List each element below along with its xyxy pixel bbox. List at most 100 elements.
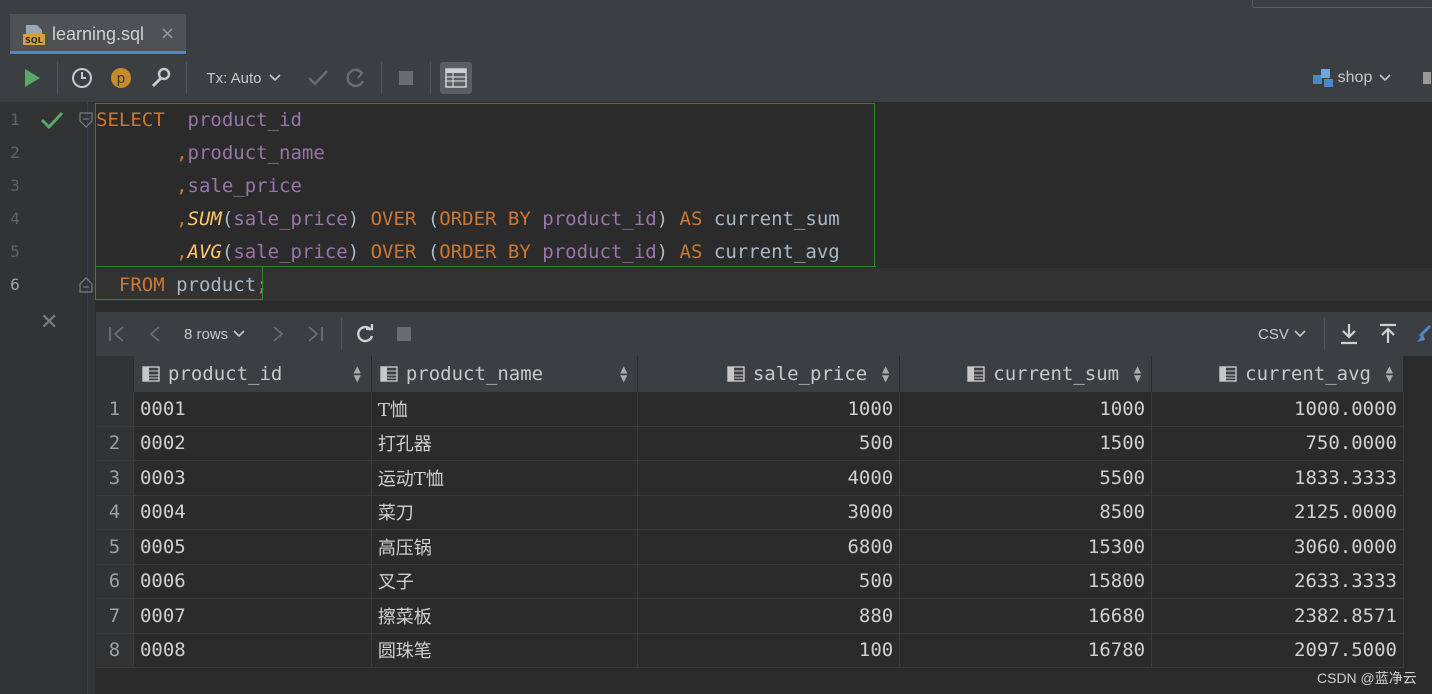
- table-row[interactable]: 5 0005 高压锅 6800 15300 3060.0000: [96, 529, 1404, 565]
- cell-product-id[interactable]: 0006: [133, 564, 372, 599]
- cell-sale-price[interactable]: 1000: [637, 392, 901, 427]
- row-number: 5: [96, 529, 134, 565]
- results-grid[interactable]: product_id ▲ ▼ product_name ▲ ▼ sale_price…: [96, 356, 1404, 668]
- cell-sale-price[interactable]: 6800: [637, 529, 901, 565]
- column-icon: [1219, 366, 1237, 382]
- cell-current-sum[interactable]: 1500: [899, 426, 1153, 461]
- download-icon[interactable]: [1339, 323, 1359, 345]
- toolbar-divider: [381, 62, 382, 94]
- cell-current-avg[interactable]: 2633.3333: [1151, 564, 1404, 599]
- next-page-icon[interactable]: [271, 326, 285, 342]
- cell-product-name[interactable]: 打孔器: [371, 426, 639, 461]
- top-right-widget[interactable]: [1252, 0, 1432, 8]
- cell-current-avg[interactable]: 1833.3333: [1151, 460, 1404, 496]
- cell-sale-price[interactable]: 880: [637, 598, 901, 634]
- datasource-label: shop: [1337, 69, 1373, 86]
- output-layout-button[interactable]: [440, 62, 472, 94]
- last-page-icon[interactable]: [306, 326, 324, 342]
- toolbar-divider: [57, 62, 58, 94]
- close-results-button[interactable]: ✕: [40, 310, 58, 335]
- parameter-icon: p: [111, 68, 131, 88]
- stop-icon: [399, 71, 413, 85]
- cell-current-sum[interactable]: 5500: [899, 460, 1153, 496]
- cell-product-name[interactable]: 擦菜板: [371, 598, 639, 634]
- sort-icon[interactable]: ▲ ▼: [1386, 363, 1393, 384]
- table-row[interactable]: 4 0004 菜刀 3000 8500 2125.0000: [96, 495, 1404, 530]
- execution-success-icon: [40, 111, 64, 130]
- table-row[interactable]: 1 0001 T恤 1000 1000 1000.0000: [96, 392, 1404, 427]
- cell-current-sum[interactable]: 16680: [899, 598, 1153, 634]
- column-header-label: sale_price: [752, 363, 868, 385]
- column-header-current-avg[interactable]: current_avg ▲ ▼: [1151, 356, 1404, 392]
- sort-icon[interactable]: ▲ ▼: [354, 363, 361, 384]
- cell-current-avg[interactable]: 3060.0000: [1151, 529, 1404, 565]
- cancel-query-icon[interactable]: [396, 326, 412, 342]
- cell-current-avg[interactable]: 2382.8571: [1151, 598, 1404, 634]
- tab-close-button[interactable]: ×: [160, 23, 175, 44]
- column-header-sale-price[interactable]: sale_price ▲ ▼: [637, 356, 901, 392]
- refresh-icon[interactable]: [354, 324, 376, 344]
- export-format-dropdown[interactable]: CSV: [1258, 322, 1307, 346]
- datasource-dropdown[interactable]: shop: [1308, 64, 1396, 92]
- cell-product-id[interactable]: 0008: [133, 633, 372, 668]
- first-page-icon[interactable]: [108, 326, 126, 342]
- cell-product-id[interactable]: 0005: [133, 529, 372, 565]
- cell-sale-price[interactable]: 3000: [637, 495, 901, 530]
- cell-current-avg[interactable]: 2125.0000: [1151, 495, 1404, 530]
- cell-current-sum[interactable]: 1000: [899, 392, 1153, 427]
- cell-product-id[interactable]: 0003: [133, 460, 372, 496]
- cell-current-sum[interactable]: 16780: [899, 633, 1153, 668]
- cell-sale-price[interactable]: 500: [637, 564, 901, 599]
- cell-product-name[interactable]: T恤: [371, 392, 639, 427]
- cell-product-name[interactable]: 菜刀: [371, 495, 639, 530]
- upload-icon[interactable]: [1378, 323, 1398, 345]
- cell-current-avg[interactable]: 2097.5000: [1151, 633, 1404, 668]
- history-button[interactable]: [68, 64, 96, 92]
- commit-button[interactable]: [304, 64, 332, 92]
- column-header-product-name[interactable]: product_name ▲ ▼: [371, 356, 639, 392]
- cell-product-name[interactable]: 叉子: [371, 564, 639, 599]
- compare-icon[interactable]: [1416, 324, 1432, 344]
- cell-product-name[interactable]: 高压锅: [371, 529, 639, 565]
- sort-icon[interactable]: ▲ ▼: [620, 363, 627, 384]
- cell-current-sum[interactable]: 15300: [899, 529, 1153, 565]
- transaction-mode-dropdown[interactable]: Tx: Auto: [198, 64, 290, 92]
- column-header-label: current_sum: [993, 363, 1120, 385]
- cell-sale-price[interactable]: 500: [637, 426, 901, 461]
- cell-product-id[interactable]: 0001: [133, 392, 372, 427]
- execute-button[interactable]: [18, 64, 46, 92]
- column-header-current-sum[interactable]: current_sum ▲ ▼: [899, 356, 1153, 392]
- parameters-button[interactable]: p: [107, 64, 135, 92]
- cell-product-id[interactable]: 0002: [133, 426, 372, 461]
- more-toolbar-icon[interactable]: [1418, 64, 1432, 92]
- cell-product-id[interactable]: 0007: [133, 598, 372, 634]
- sort-icon[interactable]: ▲ ▼: [882, 363, 889, 384]
- settings-button[interactable]: [146, 64, 174, 92]
- page-size-dropdown[interactable]: 8 rows: [184, 322, 246, 346]
- table-row[interactable]: 3 0003 运动T恤 4000 5500 1833.3333: [96, 460, 1404, 496]
- cell-sale-price[interactable]: 4000: [637, 460, 901, 496]
- table-row[interactable]: 8 0008 圆珠笔 100 16780 2097.5000: [96, 633, 1404, 668]
- cell-current-avg[interactable]: 750.0000: [1151, 426, 1404, 461]
- line-number: 4: [10, 209, 20, 228]
- rollback-button[interactable]: [342, 64, 370, 92]
- stop-button[interactable]: [392, 64, 420, 92]
- table-row[interactable]: 2 0002 打孔器 500 1500 750.0000: [96, 426, 1404, 461]
- cell-current-avg[interactable]: 1000.0000: [1151, 392, 1404, 427]
- fold-close-icon[interactable]: [79, 277, 93, 293]
- cell-sale-price[interactable]: 100: [637, 633, 901, 668]
- cell-product-name[interactable]: 运动T恤: [371, 460, 639, 496]
- cell-product-name[interactable]: 圆珠笔: [371, 633, 639, 668]
- line-number: 1: [10, 110, 20, 129]
- column-header-product-id[interactable]: product_id ▲ ▼: [133, 356, 372, 392]
- cell-current-sum[interactable]: 15800: [899, 564, 1153, 599]
- column-icon: [967, 366, 985, 382]
- fold-open-icon[interactable]: [79, 112, 93, 128]
- table-row[interactable]: 7 0007 擦菜板 880 16680 2382.8571: [96, 598, 1404, 634]
- sort-icon[interactable]: ▲ ▼: [1134, 363, 1141, 384]
- cell-product-id[interactable]: 0004: [133, 495, 372, 530]
- tab-learning-sql[interactable]: SQL learning.sql ×: [10, 14, 186, 54]
- cell-current-sum[interactable]: 8500: [899, 495, 1153, 530]
- previous-page-icon[interactable]: [148, 326, 162, 342]
- table-row[interactable]: 6 0006 叉子 500 15800 2633.3333: [96, 564, 1404, 599]
